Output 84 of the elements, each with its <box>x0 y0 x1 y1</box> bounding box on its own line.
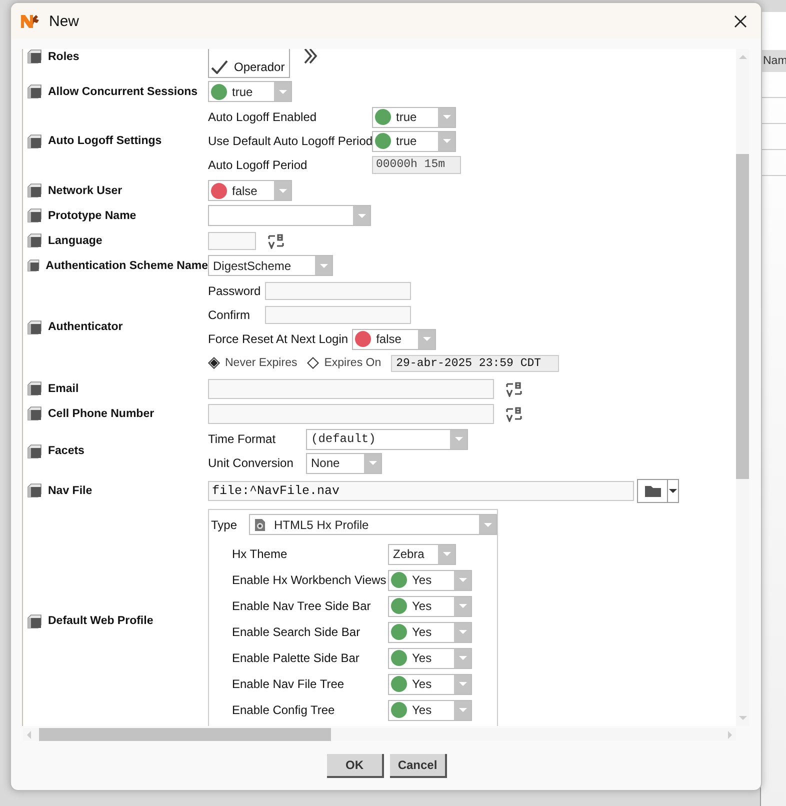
boolean-dropdown[interactable]: false <box>352 328 436 350</box>
folder-icon <box>644 484 662 498</box>
dropdown[interactable]: Zebra <box>388 544 456 564</box>
boolean-dropdown[interactable]: Yes <box>388 570 472 590</box>
translate-icon[interactable] <box>506 380 522 396</box>
field-label: Enable Nav Tree Side Bar <box>232 599 372 613</box>
boolean-dropdown[interactable]: Yes <box>388 622 472 642</box>
field-label: Force Reset At Next Login <box>208 332 348 346</box>
profile-icon <box>253 518 268 532</box>
property-label: Language <box>48 234 102 246</box>
cube-icon <box>27 134 42 148</box>
property-label: Prototype Name <box>48 210 136 222</box>
boolean-dropdown[interactable]: Yes <box>388 700 472 720</box>
boolean-dropdown[interactable]: true <box>372 106 456 128</box>
text-field[interactable] <box>208 232 256 250</box>
dropdown[interactable]: DigestScheme <box>208 255 333 276</box>
dialog-button[interactable]: Cancel <box>390 754 447 778</box>
translate-icon[interactable] <box>268 232 284 248</box>
field-label: Confirm <box>208 308 252 322</box>
field-label: Enable Search Side Bar <box>232 625 362 639</box>
cube-icon <box>27 233 42 248</box>
radio-icon[interactable] <box>307 357 320 369</box>
role-option[interactable]: Operador <box>234 60 285 74</box>
close-icon[interactable] <box>734 14 747 28</box>
property-label: Allow Concurrent Sessions <box>48 86 198 98</box>
cube-icon <box>27 320 42 334</box>
property-label: Auto Logoff Settings <box>48 135 162 147</box>
duration-field: 00000h 15m <box>372 156 461 174</box>
app-logo-icon <box>21 14 40 28</box>
radio-icon[interactable] <box>208 357 220 369</box>
dialog-button[interactable]: OK <box>327 754 384 778</box>
date-field[interactable]: 29-abr-2025 23:59 CDT <box>391 354 560 372</box>
field-label: Type <box>211 518 238 532</box>
cube-icon <box>27 381 42 396</box>
text-field[interactable] <box>208 378 494 398</box>
folder-button[interactable] <box>637 478 668 502</box>
dropdown[interactable]: None <box>306 452 382 474</box>
property-label: Network User <box>48 184 122 196</box>
window-title: New <box>49 12 80 30</box>
property-label: Roles <box>48 50 80 62</box>
cube-icon <box>27 444 42 458</box>
boolean-dropdown[interactable]: true <box>208 81 292 102</box>
cube-icon <box>27 183 42 198</box>
field-label: Auto Logoff Enabled <box>208 110 318 124</box>
file-path-field[interactable]: file:^NavFile.nav <box>208 480 634 500</box>
dropdown[interactable]: (default) <box>306 428 468 450</box>
text-field[interactable] <box>208 404 494 424</box>
double-chevron-icon[interactable] <box>304 49 318 64</box>
field-label: Enable Config Tree <box>232 703 336 717</box>
cube-icon <box>27 84 42 99</box>
translate-icon[interactable] <box>506 406 522 422</box>
property-label: Facets <box>48 445 84 457</box>
field-label: Enable Nav File Tree <box>232 677 346 691</box>
property-label: Email <box>48 382 79 394</box>
boolean-dropdown[interactable]: false <box>208 180 292 201</box>
field-label: Enable Hx Workbench Views <box>232 573 384 587</box>
boolean-dropdown[interactable]: Yes <box>388 596 472 616</box>
cube-icon <box>27 483 42 498</box>
property-label: Authenticator <box>48 321 123 333</box>
boolean-dropdown[interactable]: true <box>372 130 456 152</box>
property-label: Cell Phone Number <box>48 408 154 420</box>
boolean-dropdown[interactable]: Yes <box>388 674 472 694</box>
property-label: Nav File <box>48 484 92 496</box>
dropdown-arrow-button[interactable] <box>668 478 679 502</box>
password-field[interactable] <box>265 306 411 324</box>
field-label: Auto Logoff Period <box>208 158 308 172</box>
field-label: Time Format <box>208 432 277 446</box>
property-label: Authentication Scheme Name <box>46 260 208 272</box>
property-label: Default Web Profile <box>48 615 154 627</box>
cube-icon <box>27 49 42 64</box>
boolean-dropdown[interactable]: Yes <box>388 648 472 668</box>
field-label: Hx Theme <box>232 547 288 561</box>
cube-icon <box>27 208 42 223</box>
radio-label[interactable]: Expires On <box>324 357 382 369</box>
field-label: Enable Palette Side Bar <box>232 651 360 665</box>
cube-icon <box>27 614 42 628</box>
roles-list[interactable]: Operador <box>208 49 290 78</box>
field-label: Unit Conversion <box>208 456 294 470</box>
radio-label[interactable]: Never Expires <box>225 357 298 369</box>
field-label: Password <box>208 284 261 298</box>
password-field[interactable] <box>265 282 411 300</box>
type-dropdown[interactable]: HTML5 Hx Profile <box>249 514 497 535</box>
cube-icon <box>27 258 40 273</box>
cube-icon <box>27 406 42 421</box>
